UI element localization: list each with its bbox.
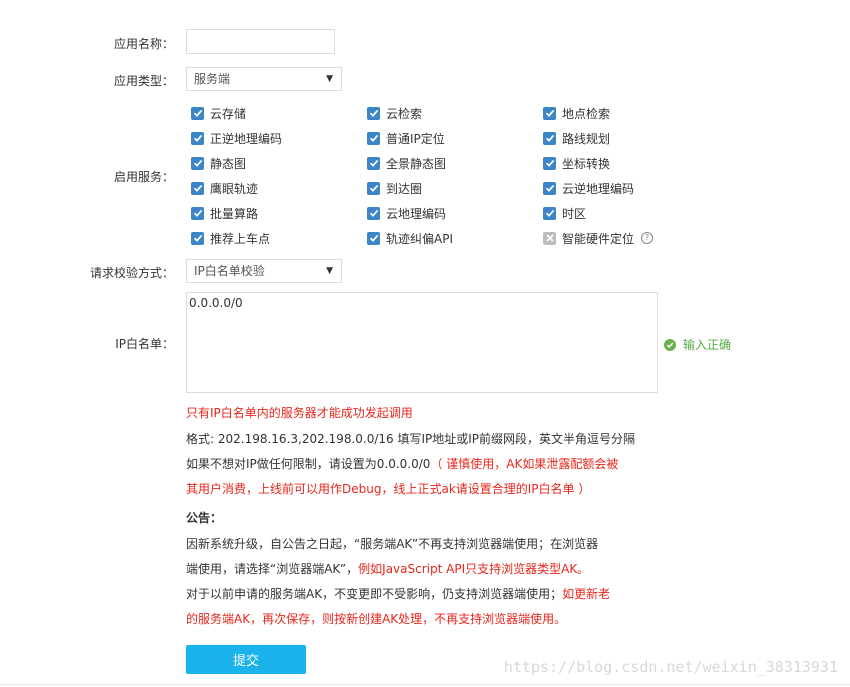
dropdown-arrow-icon: ▼ <box>326 266 333 276</box>
notice-line-3b: 如更新老 <box>562 587 611 601</box>
ip-no-limit-text: 如果不想对IP做任何限制，请设置为0.0.0.0/0 <box>186 457 431 471</box>
service-item[interactable]: 云存储 <box>191 105 246 121</box>
service-item[interactable]: 智能硬件定位? <box>543 230 654 246</box>
app-type-label: 应用类型： <box>113 74 174 88</box>
ip-warning-text: 只有IP白名单内的服务器才能成功发起调用 <box>186 406 413 420</box>
app-name-label: 应用名称： <box>113 37 174 51</box>
checkbox-checked-icon[interactable] <box>367 131 380 145</box>
service-label: 推荐上车点 <box>210 231 271 246</box>
service-item[interactable]: 路线规划 <box>543 130 610 146</box>
service-item[interactable]: 坐标转换 <box>543 155 610 171</box>
checkbox-checked-icon[interactable] <box>367 206 380 220</box>
bottom-divider <box>0 684 850 685</box>
notice-line-1: 因新系统升级，自公告之日起，“服务端AK”不再支持浏览器端使用；在浏览器 <box>186 537 599 551</box>
ip-no-limit-line: 如果不想对IP做任何限制，请设置为0.0.0.0/0（ 谨慎使用，AK如果泄露配… <box>186 455 618 472</box>
ip-whitelist-textarea[interactable]: 0.0.0.0/0 <box>186 292 658 393</box>
ip-caution-text-2: 其用户消费，上线前可以用作Debug，线上正式ak请设置合理的IP白名单 ） <box>186 482 591 496</box>
app-type-select[interactable]: 服务端 ▼ <box>186 67 342 91</box>
checkbox-checked-icon[interactable] <box>367 181 380 195</box>
service-label: 路线规划 <box>562 131 611 146</box>
service-label: 普通IP定位 <box>386 131 445 146</box>
ip-status: 输入正确 <box>664 336 731 353</box>
service-item[interactable]: 到达圈 <box>367 180 422 196</box>
service-item[interactable]: 云逆地理编码 <box>543 180 634 196</box>
notice-line-2b: 例如JavaScript API只支持浏览器类型AK。 <box>358 562 590 576</box>
service-item[interactable]: 地点检索 <box>543 105 610 121</box>
services-label: 启用服务： <box>113 170 174 184</box>
ip-format-text: 格式: 202.198.16.3,202.198.0.0/16 填写IP地址或I… <box>186 432 636 446</box>
check-circle-icon <box>664 338 676 351</box>
checkbox-checked-icon[interactable] <box>367 156 380 170</box>
service-label: 坐标转换 <box>562 156 611 171</box>
service-label: 轨迹纠偏API <box>386 231 453 246</box>
submit-button[interactable]: 提交 <box>186 645 306 674</box>
service-label: 云存储 <box>210 106 247 121</box>
notice-line-2a: 端使用，请选择“浏览器端AK”， <box>186 562 359 576</box>
service-label: 云检索 <box>386 106 423 121</box>
service-item[interactable]: 云检索 <box>367 105 422 121</box>
verify-method-label: 请求校验方式： <box>89 266 174 280</box>
checkbox-checked-icon[interactable] <box>543 131 556 145</box>
checkbox-checked-icon[interactable] <box>543 156 556 170</box>
dropdown-arrow-icon: ▼ <box>326 74 333 84</box>
help-icon[interactable]: ? <box>641 232 654 244</box>
service-item[interactable]: 全景静态图 <box>367 155 446 171</box>
notice-line-2: 端使用，请选择“浏览器端AK”，例如JavaScript API只支持浏览器类型… <box>186 560 589 577</box>
ip-caution-text: （ 谨慎使用，AK如果泄露配额会被 <box>430 457 619 471</box>
watermark: https://blog.csdn.net/weixin_38313931 <box>503 658 838 676</box>
notice-title: 公告： <box>186 511 223 525</box>
ip-status-text: 输入正确 <box>683 338 732 352</box>
service-item[interactable]: 批量算路 <box>191 205 258 221</box>
checkbox-checked-icon[interactable] <box>191 231 204 245</box>
service-label: 时区 <box>562 206 587 221</box>
service-item[interactable]: 轨迹纠偏API <box>367 230 453 246</box>
verify-method-select[interactable]: IP白名单校验 ▼ <box>186 259 342 283</box>
checkbox-checked-icon[interactable] <box>191 106 204 120</box>
service-label: 批量算路 <box>210 206 259 221</box>
checkbox-checked-icon[interactable] <box>191 131 204 145</box>
app-type-selected: 服务端 <box>194 72 231 86</box>
service-label: 智能硬件定位 <box>562 231 635 246</box>
notice-line-4: 的服务端AK，再次保存，则按新创建AK处理，不再支持浏览器端使用。 <box>186 612 567 626</box>
checkbox-checked-icon[interactable] <box>367 106 380 120</box>
service-label: 鹰眼轨迹 <box>210 181 259 196</box>
service-item[interactable]: 时区 <box>543 205 586 221</box>
service-label: 到达圈 <box>386 181 423 196</box>
service-item[interactable]: 普通IP定位 <box>367 130 445 146</box>
service-label: 云地理编码 <box>386 206 447 221</box>
service-label: 云逆地理编码 <box>562 181 635 196</box>
service-item[interactable]: 鹰眼轨迹 <box>191 180 258 196</box>
checkbox-checked-icon[interactable] <box>543 206 556 220</box>
checkbox-checked-icon[interactable] <box>543 106 556 120</box>
service-label: 静态图 <box>210 156 247 171</box>
notice-line-3: 对于以前申请的服务端AK，不变更即不受影响，仍支持浏览器端使用；如更新老 <box>186 585 610 602</box>
service-item[interactable]: 云地理编码 <box>367 205 446 221</box>
service-label: 正逆地理编码 <box>210 131 283 146</box>
service-label: 全景静态图 <box>386 156 447 171</box>
service-item[interactable]: 静态图 <box>191 155 246 171</box>
checkbox-checked-icon[interactable] <box>191 181 204 195</box>
checkbox-checked-icon[interactable] <box>191 206 204 220</box>
service-item[interactable]: 推荐上车点 <box>191 230 270 246</box>
checkbox-disabled-icon[interactable] <box>543 231 556 245</box>
service-label: 地点检索 <box>562 106 611 121</box>
verify-method-selected: IP白名单校验 <box>194 264 265 278</box>
notice-line-3a: 对于以前申请的服务端AK，不变更即不受影响，仍支持浏览器端使用； <box>186 587 563 601</box>
checkbox-checked-icon[interactable] <box>367 231 380 245</box>
service-item[interactable]: 正逆地理编码 <box>191 130 282 146</box>
checkbox-checked-icon[interactable] <box>191 156 204 170</box>
app-name-input[interactable] <box>186 29 335 54</box>
ip-whitelist-label: IP白名单： <box>115 337 174 351</box>
checkbox-checked-icon[interactable] <box>543 181 556 195</box>
